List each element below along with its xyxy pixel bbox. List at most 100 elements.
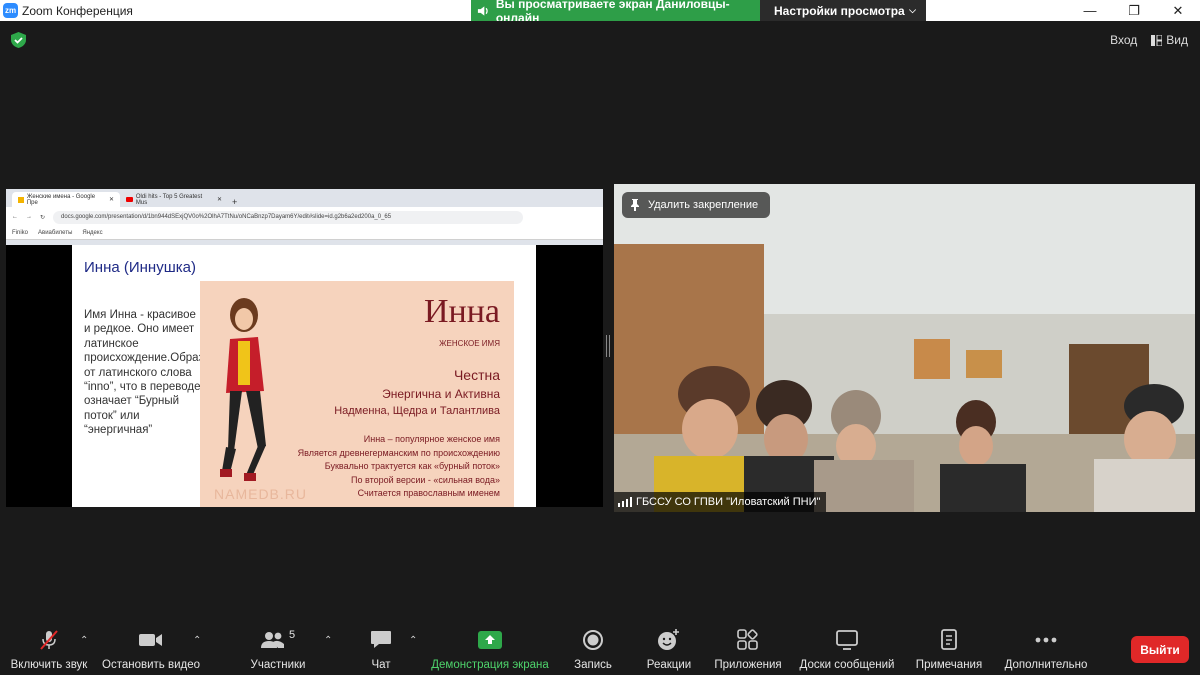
whiteboard-icon xyxy=(836,630,858,650)
card-fact: Буквально трактуется как «бурный поток» xyxy=(324,461,500,471)
slide-text: Имя Инна - красивое и редкое. Оно имеет … xyxy=(84,309,248,437)
minimize-icon[interactable]: — xyxy=(1068,0,1112,21)
back-icon[interactable]: ← xyxy=(12,214,18,220)
share-banner: Вы просматриваете экран Даниловцы-онлайн… xyxy=(471,0,926,25)
share-status: Вы просматриваете экран Даниловцы-онлайн xyxy=(471,0,760,25)
video-feed-image xyxy=(614,184,1195,512)
share-screen-label: Демонстрация экрана xyxy=(431,659,549,671)
record-button[interactable]: Запись xyxy=(573,629,613,671)
url-text: docs.google.com/presentation/d/1bn944dSE… xyxy=(61,214,392,220)
stop-video-label: Остановить видео xyxy=(102,659,200,671)
participant-video[interactable]: Удалить закрепление ГБССУ СО ГПВИ "Илова… xyxy=(614,184,1195,512)
chat-options-caret-icon[interactable]: ⌃ xyxy=(409,635,417,646)
speaker-icon xyxy=(477,5,488,16)
slide-title: Инна (Иннушка) xyxy=(84,259,196,276)
name-card-image: Инна ЖЕНСКОЕ ИМЯ Честна Энергична и Акти… xyxy=(200,281,514,507)
browser-tab[interactable]: Женские имена - Google Пре ✕ xyxy=(12,192,120,207)
leave-button[interactable]: Выйти xyxy=(1131,636,1189,663)
video-camera-icon xyxy=(139,634,162,646)
address-bar[interactable]: docs.google.com/presentation/d/1bn944dSE… xyxy=(53,210,523,224)
card-name: Инна xyxy=(423,293,500,330)
youtube-icon xyxy=(126,197,133,202)
zoom-logo-icon: zm xyxy=(3,3,18,18)
participants-button[interactable]: 5 Участники xyxy=(250,629,306,671)
unpin-button[interactable]: Удалить закрепление xyxy=(622,192,771,218)
view-button[interactable]: Вид xyxy=(1151,33,1188,47)
whiteboards-button[interactable]: Доски сообщений xyxy=(798,629,896,671)
pin-icon xyxy=(631,199,639,211)
card-trait-1: Честна xyxy=(453,367,500,383)
shared-screen[interactable]: Женские имена - Google Пре ✕ Oldi hits -… xyxy=(6,189,603,507)
share-screen-button[interactable]: Демонстрация экрана xyxy=(430,629,550,671)
browser-tabs: Женские имена - Google Пре ✕ Oldi hits -… xyxy=(6,189,603,207)
card-facts: Инна – популярное женское имя Является д… xyxy=(298,433,500,501)
bookmark-item[interactable]: Авиабилеты xyxy=(38,230,72,236)
chat-bubble-icon xyxy=(371,631,391,648)
notes-icon xyxy=(941,629,957,650)
slides-icon xyxy=(18,196,24,203)
login-button[interactable]: Вход xyxy=(1110,33,1137,47)
participant-name-tag: ГБССУ СО ГПВИ "Иловатский ПНИ" xyxy=(614,492,827,512)
presentation-slide: Инна (Иннушка) Имя Инна - красивое и ред… xyxy=(72,245,536,507)
close-icon[interactable]: ✕ xyxy=(1156,0,1200,21)
record-label: Запись xyxy=(574,659,612,671)
view-settings-button[interactable]: Настройки просмотра ⌵ xyxy=(760,0,926,21)
apps-icon xyxy=(737,629,758,650)
card-fact: По второй версии - «сильная вода» xyxy=(351,474,500,485)
bookmark-item[interactable]: Finiko xyxy=(12,230,28,236)
bookmark-item[interactable]: Яндекс xyxy=(82,230,102,236)
participants-options-caret-icon[interactable]: ⌃ xyxy=(324,635,332,646)
smiley-plus-icon xyxy=(658,629,679,650)
meeting-toolbar: Включить звук ⌃ Остановить видео ⌃ 5 Уча… xyxy=(0,621,1200,675)
window-controls: — ❐ ✕ xyxy=(1068,0,1200,21)
notes-button[interactable]: Примечания xyxy=(914,629,984,671)
shield-icon[interactable] xyxy=(11,32,26,48)
participants-icon xyxy=(260,632,284,648)
bookmarks-bar: Finiko Авиабилеты Яндекс xyxy=(6,227,603,240)
card-subtitle: ЖЕНСКОЕ ИМЯ xyxy=(439,339,500,348)
reload-icon[interactable]: ↻ xyxy=(40,214,45,221)
card-trait-2: Энергична и Активна xyxy=(382,387,500,401)
unpin-label: Удалить закрепление xyxy=(648,199,759,211)
apps-button[interactable]: Приложения xyxy=(713,629,783,671)
chat-label: Чат xyxy=(371,659,391,671)
window-title: Zoom Конференция xyxy=(22,3,133,18)
participant-name: ГБССУ СО ГПВИ "Иловатский ПНИ" xyxy=(636,496,821,508)
woman-illustration xyxy=(220,298,266,481)
apps-label: Приложения xyxy=(714,659,782,671)
more-label: Дополнительно xyxy=(1004,659,1088,671)
meeting-area: Вход Вид Женские имена - Google Пре ✕ Ol… xyxy=(0,21,1200,621)
chat-button[interactable]: Чат xyxy=(366,629,396,671)
tab-title: Женские имена - Google Пре xyxy=(26,193,96,206)
restore-icon[interactable]: ❐ xyxy=(1112,0,1156,21)
record-icon xyxy=(583,630,603,650)
tab-title: Oldi hits - Top 5 Greatest Mus xyxy=(135,193,203,206)
address-row: ← → ↻ docs.google.com/presentation/d/1bn… xyxy=(6,207,603,227)
browser-tab[interactable]: Oldi hits - Top 5 Greatest Mus ✕ xyxy=(120,192,228,207)
share-screen-icon xyxy=(478,631,502,649)
close-icon[interactable]: ✕ xyxy=(217,196,222,203)
unmute-button[interactable]: Включить звук xyxy=(10,629,88,671)
stop-video-button[interactable]: Остановить видео xyxy=(102,629,200,671)
audio-options-caret-icon[interactable]: ⌃ xyxy=(80,635,88,646)
reactions-button[interactable]: Реакции xyxy=(646,629,692,671)
participants-label: Участники xyxy=(250,659,306,671)
browser-chrome: Женские имена - Google Пре ✕ Oldi hits -… xyxy=(6,189,603,245)
view-label: Вид xyxy=(1166,33,1188,47)
top-right-controls: Вход Вид xyxy=(1110,33,1188,47)
participants-count: 5 xyxy=(288,629,296,641)
close-icon[interactable]: ✕ xyxy=(109,196,114,203)
more-dots-icon xyxy=(1035,637,1057,643)
signal-icon xyxy=(618,497,632,507)
chevron-down-icon: ⌵ xyxy=(909,5,916,15)
whiteboards-label: Доски сообщений xyxy=(799,659,895,671)
forward-icon[interactable]: → xyxy=(26,214,32,220)
video-options-caret-icon[interactable]: ⌃ xyxy=(193,635,201,646)
split-divider-handle[interactable] xyxy=(606,335,610,357)
muted-microphone-icon xyxy=(40,630,58,650)
more-button[interactable]: Дополнительно xyxy=(1002,629,1090,671)
grid-icon xyxy=(1151,34,1163,46)
card-logo: NAMEDB.RU xyxy=(214,486,308,502)
notes-label: Примечания xyxy=(915,659,983,671)
new-tab-icon[interactable]: + xyxy=(232,197,237,207)
